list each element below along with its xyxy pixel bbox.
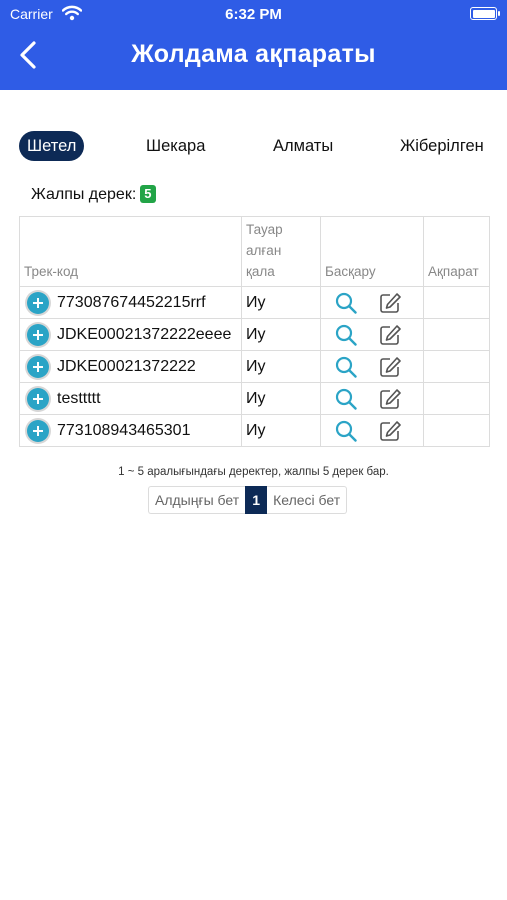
actions-cell	[320, 286, 424, 319]
expand-plus-icon[interactable]	[27, 420, 49, 442]
track-code: JDKE00021372222	[57, 357, 196, 375]
status-bar: Carrier 6:32 PM	[0, 0, 507, 28]
tracking-table: Трек-код Тауар алған қала Басқару Ақпара…	[19, 216, 490, 447]
current-page-button[interactable]: 1	[245, 486, 268, 514]
search-icon[interactable]	[335, 420, 357, 442]
city-cell: Иу	[241, 286, 321, 319]
tab-almaty[interactable]: Алматы	[273, 131, 333, 161]
edit-icon[interactable]	[379, 356, 401, 378]
track-code-cell: testtttt	[19, 382, 242, 415]
actions-cell	[320, 414, 424, 447]
column-header-track: Трек-код	[19, 216, 242, 287]
info-cell	[423, 414, 490, 447]
edit-icon[interactable]	[379, 292, 401, 314]
city-cell: Иу	[241, 414, 321, 447]
info-cell	[423, 350, 490, 383]
expand-plus-icon[interactable]	[27, 324, 49, 346]
search-icon[interactable]	[335, 356, 357, 378]
expand-plus-icon[interactable]	[27, 356, 49, 378]
tab-bar: Шетел Шекара Алматы Жіберілген	[0, 128, 507, 164]
city-cell: Иу	[241, 382, 321, 415]
track-code: 773108943465301	[57, 421, 191, 439]
app-header: Carrier 6:32 PM Жолдама ақпараты	[0, 0, 507, 90]
table-row: JDKE00021372222 Иу	[19, 350, 490, 383]
track-code-cell: 773108943465301	[19, 414, 242, 447]
actions-cell	[320, 350, 424, 383]
next-page-button[interactable]: Келесі бет	[267, 486, 348, 514]
table-header-row: Трек-код Тауар алған қала Басқару Ақпара…	[19, 216, 490, 287]
table-row: 773108943465301 Иу	[19, 414, 490, 447]
total-count-badge: 5	[140, 185, 156, 203]
search-icon[interactable]	[335, 324, 357, 346]
table-row: testtttt Иу	[19, 382, 490, 415]
column-header-actions: Басқару	[320, 216, 424, 287]
edit-icon[interactable]	[379, 324, 401, 346]
prev-page-button[interactable]: Алдыңғы бет	[148, 486, 246, 514]
info-cell	[423, 318, 490, 351]
tab-abroad[interactable]: Шетел	[19, 131, 85, 161]
search-icon[interactable]	[335, 292, 357, 314]
column-header-info: Ақпарат	[423, 216, 490, 287]
track-code-cell: JDKE00021372222eeee	[19, 318, 242, 351]
info-cell	[423, 286, 490, 319]
battery-icon	[470, 7, 500, 20]
search-icon[interactable]	[335, 388, 357, 410]
table-row: 773087674452215rrf Иу	[19, 286, 490, 319]
edit-icon[interactable]	[379, 420, 401, 442]
city-cell: Иу	[241, 318, 321, 351]
info-cell	[423, 382, 490, 415]
actions-cell	[320, 318, 424, 351]
tab-border[interactable]: Шекара	[146, 131, 205, 161]
total-label: Жалпы дерек:	[31, 186, 137, 203]
track-code: JDKE00021372222eeee	[57, 325, 232, 343]
tab-sent[interactable]: Жіберілген	[400, 131, 484, 161]
total-records: Жалпы дерек: 5	[31, 185, 156, 204]
pagination-info: 1 ~ 5 аралығындағы деректер, жалпы 5 дер…	[118, 466, 389, 478]
pagination: Алдыңғы бет 1 Келесі бет	[148, 486, 348, 514]
edit-icon[interactable]	[379, 388, 401, 410]
expand-plus-icon[interactable]	[27, 292, 49, 314]
page-title: Жолдама ақпараты	[131, 40, 376, 68]
track-code-cell: 773087674452215rrf	[19, 286, 242, 319]
expand-plus-icon[interactable]	[27, 388, 49, 410]
city-cell: Иу	[241, 350, 321, 383]
track-code: 773087674452215rrf	[57, 293, 206, 311]
status-time: 6:32 PM	[225, 6, 282, 23]
column-header-city: Тауар алған қала	[241, 216, 321, 287]
track-code-cell: JDKE00021372222	[19, 350, 242, 383]
table-row: JDKE00021372222eeee Иу	[19, 318, 490, 351]
actions-cell	[320, 382, 424, 415]
track-code: testtttt	[57, 389, 101, 407]
